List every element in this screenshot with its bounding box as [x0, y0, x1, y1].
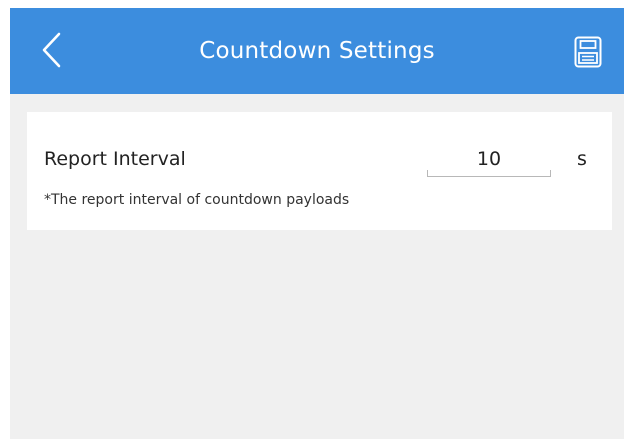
save-floppy-icon — [574, 36, 602, 68]
report-interval-hint: *The report interval of countdown payloa… — [44, 192, 350, 208]
report-interval-unit: s — [577, 148, 587, 170]
back-button[interactable] — [32, 28, 72, 72]
input-underline-tick-left — [427, 170, 428, 176]
input-underline-tick-right — [550, 170, 551, 176]
app-header: Countdown Settings — [10, 8, 624, 94]
chevron-left-icon — [42, 32, 61, 68]
report-interval-input[interactable] — [427, 144, 551, 174]
report-interval-label: Report Interval — [44, 148, 186, 170]
input-underline — [427, 176, 551, 177]
page-title: Countdown Settings — [199, 38, 435, 64]
save-button[interactable] — [568, 32, 608, 72]
screen: Countdown Settings Report Interval s *Th… — [10, 8, 624, 439]
report-interval-card: Report Interval s *The report interval o… — [27, 112, 612, 230]
